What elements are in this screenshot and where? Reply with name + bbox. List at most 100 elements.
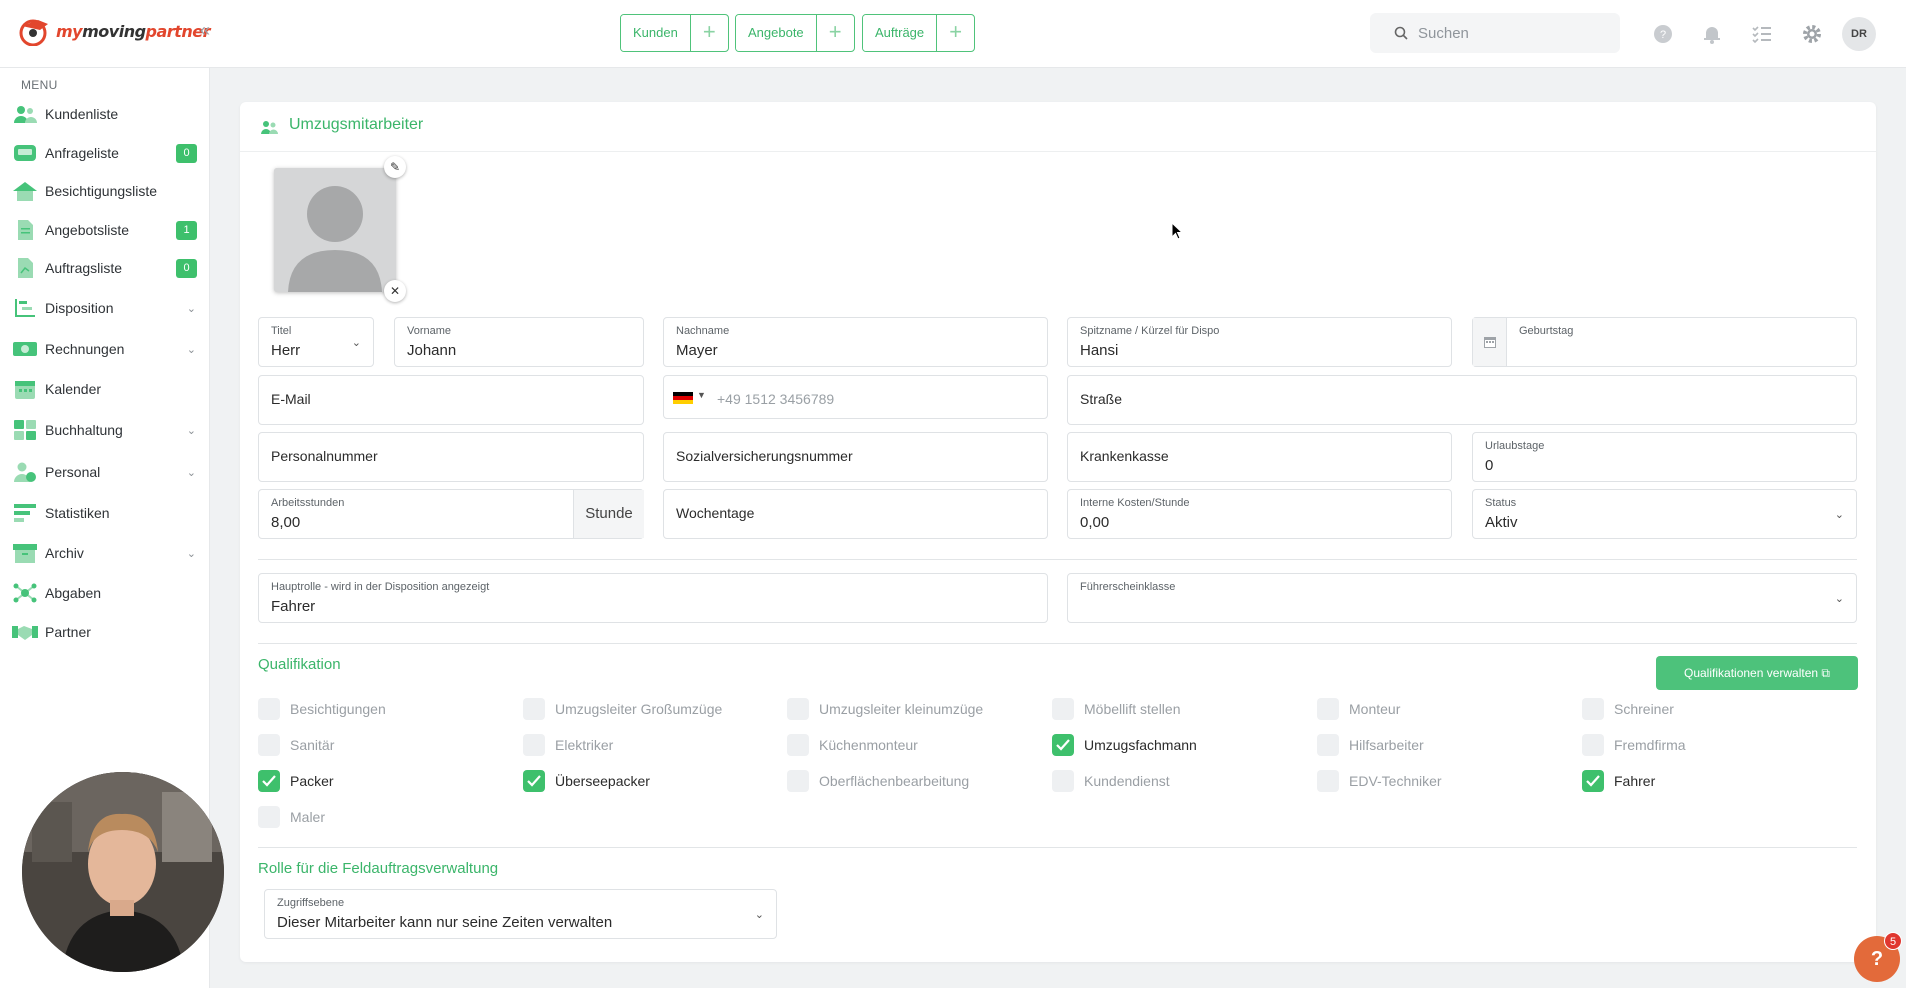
flag-de-icon[interactable] <box>673 392 693 404</box>
status-select[interactable]: Status Aktiv ⌄ <box>1472 489 1857 539</box>
kosten-label: Interne Kosten/Stunde <box>1080 497 1190 509</box>
angebote-button[interactable]: Angebote <box>736 15 816 51</box>
qualification-checkbox[interactable]: Umzugsleiter kleinumzüge <box>787 697 983 721</box>
qualification-checkbox[interactable]: Sanitär <box>258 733 334 757</box>
logo[interactable]: mymovingpartner <box>18 16 210 46</box>
qualification-checkbox[interactable]: Fremdfirma <box>1582 733 1686 757</box>
sidebar-item-anfrageliste[interactable]: Anfrageliste 0 <box>0 137 210 169</box>
hauptrolle-select[interactable]: Hauptrolle - wird in der Disposition ang… <box>258 573 1048 623</box>
qualification-checkbox[interactable]: Überseepacker <box>523 769 650 793</box>
gear-icon[interactable] <box>1800 22 1824 46</box>
checkbox-icon[interactable] <box>1317 734 1339 756</box>
checklist-icon[interactable] <box>1750 22 1774 46</box>
qualification-checkbox[interactable]: Küchenmonteur <box>787 733 918 757</box>
personalnummer-field[interactable]: Personalnummer <box>258 432 644 482</box>
add-auftrag-button[interactable]: + <box>936 15 974 51</box>
qualification-label: Hilfsarbeiter <box>1349 737 1424 753</box>
sidebar-item-partner[interactable]: Partner <box>0 616 210 648</box>
qualification-checkbox[interactable]: Oberflächenbearbeitung <box>787 769 969 793</box>
qualification-label: Fahrer <box>1614 773 1656 789</box>
qualification-checkbox[interactable]: Schreiner <box>1582 697 1674 721</box>
qualification-checkbox[interactable]: Umzugsfachmann <box>1052 733 1197 757</box>
sidebar-item-archiv[interactable]: Archiv ⌄ <box>0 537 210 569</box>
sidebar-item-kalender[interactable]: Kalender <box>0 373 210 405</box>
arbeitsstunden-field[interactable]: Arbeitsstunden 8,00 Stunde <box>258 489 644 539</box>
checkbox-icon[interactable] <box>1052 770 1074 792</box>
checkbox-icon[interactable] <box>1582 698 1604 720</box>
vorname-field[interactable]: Vorname Johann <box>394 317 644 367</box>
checkmark-icon[interactable] <box>1582 770 1604 792</box>
checkbox-icon[interactable] <box>1317 770 1339 792</box>
checkmark-icon[interactable] <box>258 770 280 792</box>
checkbox-icon[interactable] <box>258 698 280 720</box>
add-angebot-button[interactable]: + <box>815 15 854 51</box>
spitzname-field[interactable]: Spitzname / Kürzel für Dispo Hansi <box>1067 317 1452 367</box>
checkbox-icon[interactable] <box>1582 734 1604 756</box>
qualification-checkbox[interactable]: Möbellift stellen <box>1052 697 1181 721</box>
qualification-checkbox[interactable]: Hilfsarbeiter <box>1317 733 1424 757</box>
checkbox-icon[interactable] <box>1317 698 1339 720</box>
checkbox-icon[interactable] <box>787 698 809 720</box>
zugriffsebene-select[interactable]: Zugriffsebene Dieser Mitarbeiter kann nu… <box>264 889 777 939</box>
sidebar-item-angebotsliste[interactable]: Angebotsliste 1 <box>0 214 210 246</box>
qualification-checkbox[interactable]: Maler <box>258 805 325 829</box>
strasse-field[interactable]: Straße <box>1067 375 1857 425</box>
wochentage-field[interactable]: Wochentage <box>663 489 1048 539</box>
krankenkasse-field[interactable]: Krankenkasse <box>1067 432 1452 482</box>
nachname-label: Nachname <box>676 325 730 337</box>
nachname-field[interactable]: Nachname Mayer <box>663 317 1048 367</box>
qualification-checkbox[interactable]: Kundendienst <box>1052 769 1170 793</box>
checkbox-icon[interactable] <box>1052 698 1074 720</box>
add-kunde-button[interactable]: + <box>689 15 728 51</box>
checkmark-icon[interactable] <box>523 770 545 792</box>
urlaubstage-field[interactable]: Urlaubstage 0 <box>1472 432 1857 482</box>
sidebar-item-rechnungen[interactable]: Rechnungen ⌄ <box>0 333 210 365</box>
search-input[interactable] <box>1418 24 1598 42</box>
qualifikationen-verwalten-button[interactable]: Qualifikationen verwalten ⧉ <box>1656 656 1858 690</box>
close-icon[interactable]: ✕ <box>384 280 406 302</box>
sidebar-item-personal[interactable]: Personal ⌄ <box>0 456 210 488</box>
profile-photo[interactable] <box>274 168 396 292</box>
qualification-label: Maler <box>290 809 326 825</box>
checkbox-icon[interactable] <box>258 734 280 756</box>
checkbox-icon[interactable] <box>523 698 545 720</box>
urlaubstage-value: 0 <box>1485 457 1494 474</box>
qualification-checkbox[interactable]: Besichtigungen <box>258 697 386 721</box>
chevron-down-icon: ⌄ <box>1834 509 1844 521</box>
qualification-checkbox[interactable]: EDV-Techniker <box>1317 769 1442 793</box>
sozialversicherungsnummer-field[interactable]: Sozialversicherungsnummer <box>663 432 1048 482</box>
sidebar-item-auftragsliste[interactable]: Auftragsliste 0 <box>0 252 210 284</box>
hauptrolle-value: Fahrer <box>271 598 316 615</box>
qualification-checkbox[interactable]: Packer <box>258 769 334 793</box>
fuehrerscheinklasse-select[interactable]: Führerscheinklasse ⌄ <box>1067 573 1857 623</box>
bell-icon[interactable] <box>1700 22 1724 46</box>
collapse-sidebar-icon[interactable]: « <box>200 20 210 41</box>
sidebar-item-buchhaltung[interactable]: Buchhaltung ⌄ <box>0 414 210 446</box>
email-field[interactable]: E-Mail <box>258 375 644 425</box>
sidebar-item-statistiken[interactable]: Statistiken <box>0 497 210 529</box>
interne-kosten-field[interactable]: Interne Kosten/Stunde 0,00 <box>1067 489 1452 539</box>
kunden-button[interactable]: Kunden <box>621 15 690 51</box>
checkbox-icon[interactable] <box>787 734 809 756</box>
titel-select[interactable]: Titel Herr ⌄ <box>258 317 374 367</box>
qualification-checkbox[interactable]: Elektriker <box>523 733 613 757</box>
checkbox-icon[interactable] <box>258 806 280 828</box>
checkmark-icon[interactable] <box>1052 734 1074 756</box>
sidebar-item-kundenliste[interactable]: Kundenliste <box>0 98 210 130</box>
auftraege-button[interactable]: Aufträge <box>863 15 937 51</box>
quick-auftraege: Aufträge + <box>862 14 976 52</box>
user-avatar[interactable]: DR <box>1842 17 1876 51</box>
checkbox-icon[interactable] <box>787 770 809 792</box>
qualification-checkbox[interactable]: Umzugsleiter Großumzüge <box>523 697 722 721</box>
caret-down-icon[interactable]: ▼ <box>697 390 706 400</box>
qualification-checkbox[interactable]: Fahrer <box>1582 769 1655 793</box>
sidebar-item-disposition[interactable]: Disposition ⌄ <box>0 292 210 324</box>
sidebar-item-abgaben[interactable]: Abgaben <box>0 577 210 609</box>
phone-field[interactable]: ▼ +49 1512 3456789 <box>663 375 1048 419</box>
geburtstag-field[interactable]: Geburtstag <box>1472 317 1857 367</box>
pencil-icon[interactable]: ✎ <box>384 156 406 178</box>
checkbox-icon[interactable] <box>523 734 545 756</box>
sidebar-item-besichtigungsliste[interactable]: Besichtigungsliste <box>0 175 210 207</box>
qualification-checkbox[interactable]: Monteur <box>1317 697 1400 721</box>
help-circle-icon[interactable]: ? <box>1651 22 1675 46</box>
